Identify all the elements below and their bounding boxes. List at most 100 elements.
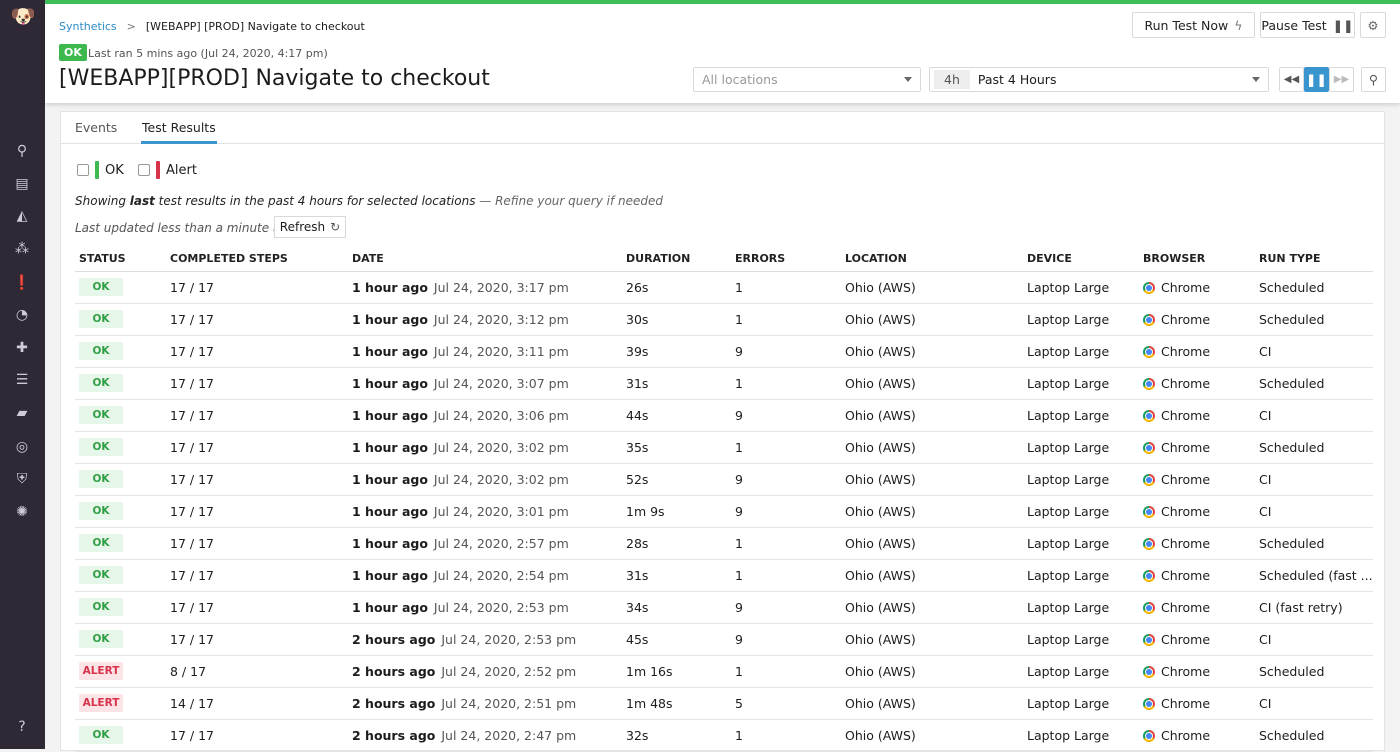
column-header[interactable]: BROWSER: [1143, 252, 1205, 265]
column-header[interactable]: RUN TYPE: [1259, 252, 1320, 265]
table-row[interactable]: OK17 / 171 hour agoJul 24, 2020, 3:11 pm…: [75, 336, 1373, 368]
locations-select[interactable]: All locations: [693, 67, 921, 92]
table-row[interactable]: ALERT8 / 172 hours agoJul 24, 2020, 2:52…: [75, 656, 1373, 688]
column-header[interactable]: COMPLETED STEPS: [170, 252, 288, 265]
status-badge: OK: [79, 342, 123, 360]
breadcrumb: Synthetics>[WEBAPP] [PROD] Navigate to c…: [59, 20, 365, 33]
chrome-icon: [1143, 282, 1155, 294]
browser-cell: Chrome: [1143, 344, 1210, 359]
help-icon[interactable]: ?: [12, 717, 32, 737]
column-header[interactable]: STATUS: [79, 252, 126, 265]
info-pre: Showing: [75, 194, 130, 208]
monitors-icon[interactable]: ❗: [12, 273, 32, 293]
table-row[interactable]: OK17 / 171 hour agoJul 24, 2020, 3:01 pm…: [75, 496, 1373, 528]
errors: 9: [735, 632, 743, 647]
table-row[interactable]: ALERT14 / 172 hours agoJul 24, 2020, 2:5…: [75, 688, 1373, 720]
pause-test-button[interactable]: Pause Test❚❚: [1260, 12, 1355, 38]
errors: 9: [735, 504, 743, 519]
chrome-icon: [1143, 410, 1155, 422]
browser-cell: Chrome: [1143, 664, 1210, 679]
relative-date: 1 hour ago: [352, 344, 428, 359]
location: Ohio (AWS): [845, 312, 916, 327]
location: Ohio (AWS): [845, 280, 916, 295]
table-row[interactable]: OK17 / 171 hour agoJul 24, 2020, 2:53 pm…: [75, 592, 1373, 624]
binoculars-icon[interactable]: ⚲: [12, 141, 32, 161]
run-test-now-button[interactable]: Run Test Nowϟ: [1132, 12, 1255, 38]
security-icon[interactable]: ⛨: [12, 469, 32, 489]
status-badge: ALERT: [79, 662, 123, 680]
tab-events[interactable]: Events: [75, 120, 117, 135]
table-row[interactable]: OK17 / 171 hour agoJul 24, 2020, 3:07 pm…: [75, 368, 1373, 400]
dashboard-icon[interactable]: ▤: [12, 174, 32, 194]
absolute-date: Jul 24, 2020, 3:06 pm: [434, 408, 569, 423]
metrics-icon[interactable]: ◭: [12, 206, 32, 226]
relative-date: 1 hour ago: [352, 504, 428, 519]
status-badge: OK: [79, 310, 123, 328]
breadcrumb-synthetics[interactable]: Synthetics: [59, 20, 117, 33]
device: Laptop Large: [1027, 536, 1109, 551]
date-cell: 1 hour agoJul 24, 2020, 3:06 pm: [352, 408, 569, 423]
puzzle-icon[interactable]: ✚: [12, 338, 32, 358]
table-row[interactable]: OK17 / 172 hours agoJul 24, 2020, 2:47 p…: [75, 720, 1373, 752]
column-header[interactable]: DEVICE: [1027, 252, 1072, 265]
column-header[interactable]: ERRORS: [735, 252, 785, 265]
pause-live-button[interactable]: ❚❚: [1304, 67, 1329, 92]
zoom-out-button[interactable]: ⚲: [1361, 67, 1386, 92]
info-bold: last: [130, 194, 155, 208]
relative-date: 1 hour ago: [352, 472, 428, 487]
status-badge: OK: [79, 566, 123, 584]
relative-date: 1 hour ago: [352, 600, 428, 615]
run-type: Scheduled: [1259, 664, 1324, 679]
table-row[interactable]: OK17 / 172 hours agoJul 24, 2020, 2:53 p…: [75, 624, 1373, 656]
table-row[interactable]: OK17 / 171 hour agoJul 24, 2020, 3:12 pm…: [75, 304, 1373, 336]
completed-steps: 17 / 17: [170, 312, 214, 327]
refresh-button[interactable]: Refresh↻: [274, 216, 346, 238]
completed-steps: 17 / 17: [170, 408, 214, 423]
location: Ohio (AWS): [845, 440, 916, 455]
completed-steps: 17 / 17: [170, 344, 214, 359]
duration: 45s: [626, 632, 648, 647]
table-row[interactable]: OK17 / 171 hour agoJul 24, 2020, 3:02 pm…: [75, 432, 1373, 464]
breadcrumb-current: [WEBAPP] [PROD] Navigate to checkout: [146, 20, 365, 33]
settings-gear-button[interactable]: ⚙: [1360, 12, 1386, 38]
logs-icon[interactable]: ☰: [12, 370, 32, 390]
datadog-logo-icon[interactable]: 🐶: [10, 4, 36, 30]
table-row[interactable]: OK17 / 171 hour agoJul 24, 2020, 3:17 pm…: [75, 272, 1373, 304]
zoom-out-icon: ⚲: [1369, 72, 1378, 87]
table-row[interactable]: OK17 / 171 hour agoJul 24, 2020, 2:57 pm…: [75, 528, 1373, 560]
forward-button[interactable]: ▶▶: [1329, 67, 1354, 92]
chevron-down-icon: [904, 77, 912, 82]
date-cell: 1 hour agoJul 24, 2020, 3:02 pm: [352, 472, 569, 487]
run-type: CI: [1259, 472, 1271, 487]
apm-icon[interactable]: ◔: [12, 305, 32, 325]
rum-icon[interactable]: ◎: [12, 437, 32, 457]
filter-alert[interactable]: Alert: [138, 161, 197, 179]
integrations-icon[interactable]: ⁂: [12, 239, 32, 259]
absolute-date: Jul 24, 2020, 3:12 pm: [434, 312, 569, 327]
relative-date: 1 hour ago: [352, 280, 428, 295]
status-badge: OK: [79, 502, 123, 520]
location: Ohio (AWS): [845, 696, 916, 711]
duration: 26s: [626, 280, 648, 295]
tab-test-results[interactable]: Test Results: [141, 120, 217, 144]
absolute-date: Jul 24, 2020, 2:54 pm: [434, 568, 569, 583]
table-row[interactable]: OK17 / 171 hour agoJul 24, 2020, 3:06 pm…: [75, 400, 1373, 432]
table-row[interactable]: OK17 / 171 hour agoJul 24, 2020, 3:02 pm…: [75, 464, 1373, 496]
relative-date: 2 hours ago: [352, 664, 435, 679]
column-header[interactable]: DURATION: [626, 252, 690, 265]
absolute-date: Jul 24, 2020, 2:51 pm: [441, 696, 576, 711]
synthetics-icon[interactable]: ✺: [12, 502, 32, 522]
column-header[interactable]: LOCATION: [845, 252, 907, 265]
refresh-label: Refresh: [280, 220, 325, 234]
device: Laptop Large: [1027, 472, 1109, 487]
table-row[interactable]: OK17 / 171 hour agoJul 24, 2020, 2:54 pm…: [75, 560, 1373, 592]
time-range-select[interactable]: 4hPast 4 Hours: [929, 67, 1269, 92]
run-type: Scheduled: [1259, 312, 1324, 327]
duration: 34s: [626, 600, 648, 615]
alert-checkbox[interactable]: [138, 164, 150, 176]
notebook-icon[interactable]: ▰: [12, 403, 32, 423]
ok-checkbox[interactable]: [77, 164, 89, 176]
column-header[interactable]: DATE: [352, 252, 384, 265]
rewind-button[interactable]: ◀◀: [1279, 67, 1304, 92]
filter-ok[interactable]: OK: [77, 161, 124, 179]
